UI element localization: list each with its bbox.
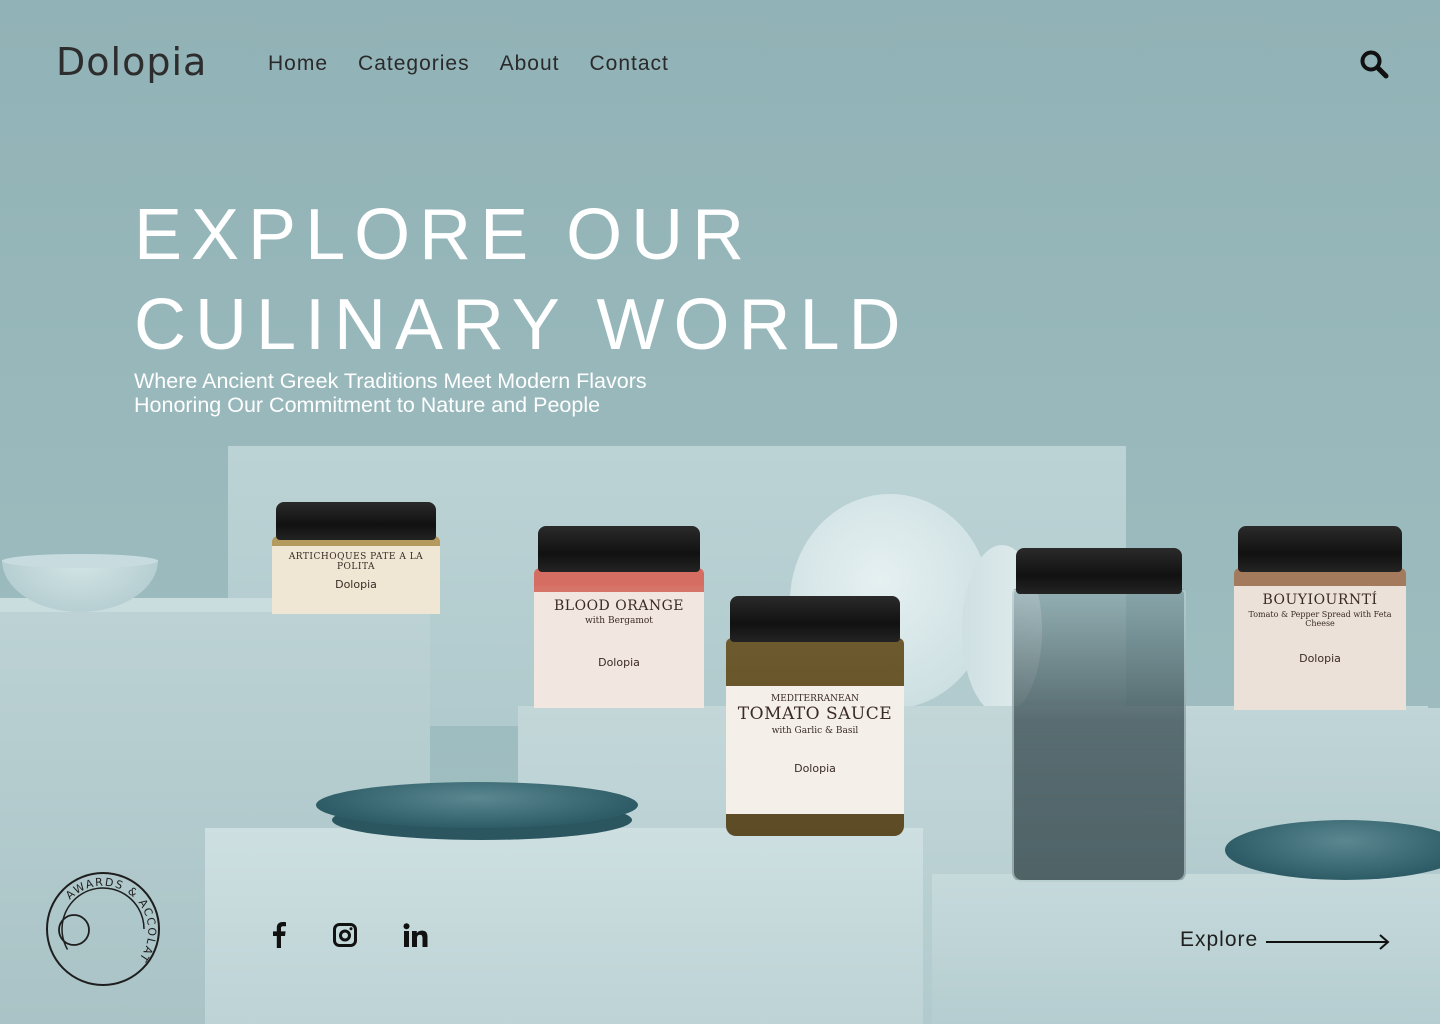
jar-label-title: BOUYIOURNTÍ [1262,592,1378,608]
jar-empty-glass [1012,548,1186,882]
hero-title-line-2: CULINARY WORLD [134,285,910,365]
jar-label-subtitle: Tomato & Pepper Spread with Feta Cheese [1248,610,1392,628]
search-icon[interactable] [1358,48,1392,82]
jar-label-title: ARTICHOQUES PATE A LA POLITA [288,552,424,572]
nav-link-categories[interactable]: Categories [358,52,470,76]
teal-dish-upper [316,782,638,828]
hero-title: EXPLORE OUR CULINARY WORLD [134,190,909,370]
jar-blood-orange: BLOOD ORANGE with Bergamot Dolopia [534,526,704,708]
nav-link-contact[interactable]: Contact [589,52,668,76]
hero-subtitle-line-1: Where Ancient Greek Traditions Meet Mode… [134,369,647,393]
nav-link-about[interactable]: About [500,52,560,76]
instagram-icon[interactable] [330,920,360,950]
explore-button[interactable]: Explore [1180,928,1392,952]
awards-badge[interactable]: AWARDS & ACCOLATES [40,860,162,988]
nav-link-home[interactable]: Home [268,52,328,76]
jar-label-title: BLOOD ORANGE [554,598,684,614]
main-nav: Home Categories About Contact [268,52,669,76]
jar-label-brand: Dolopia [598,656,640,669]
linkedin-icon[interactable] [401,920,431,950]
jar-label-brand: Dolopia [335,578,377,591]
jar-label-brand: Dolopia [1299,652,1341,665]
jar-tomato-sauce: MEDITERRANEAN TOMATO SAUCE with Garlic &… [726,596,904,836]
jar-label-title: TOMATO SAUCE [737,704,893,724]
hero-title-line-1: EXPLORE OUR [134,195,754,275]
brand-logo[interactable]: Dolopia [56,40,207,84]
svg-text:AWARDS & ACCOLATES: AWARDS & ACCOLATES [44,870,158,965]
hero-subtitle: Where Ancient Greek Traditions Meet Mode… [134,369,647,417]
jar-label-brand: Dolopia [794,762,836,775]
awards-badge-label: AWARDS & ACCOLATES [40,860,157,965]
pedestal-front [205,828,923,1024]
jar-artichoke: ARTICHOQUES PATE A LA POLITA Dolopia [272,502,440,614]
jar-label-kicker: MEDITERRANEAN [770,694,859,704]
jar-label-subtitle: with Bergamot [585,616,653,626]
arrow-right-icon [1266,934,1390,950]
facebook-icon[interactable] [264,920,294,950]
jar-bouyiourti: BOUYIOURNTÍ Tomato & Pepper Spread with … [1234,526,1406,710]
hero-subtitle-line-2: Honoring Our Commitment to Nature and Pe… [134,393,601,417]
explore-label: Explore [1180,928,1259,951]
jar-label-subtitle: with Garlic & Basil [771,726,859,736]
hero-background-image: ARTICHOQUES PATE A LA POLITA Dolopia BLO… [0,0,1440,1024]
